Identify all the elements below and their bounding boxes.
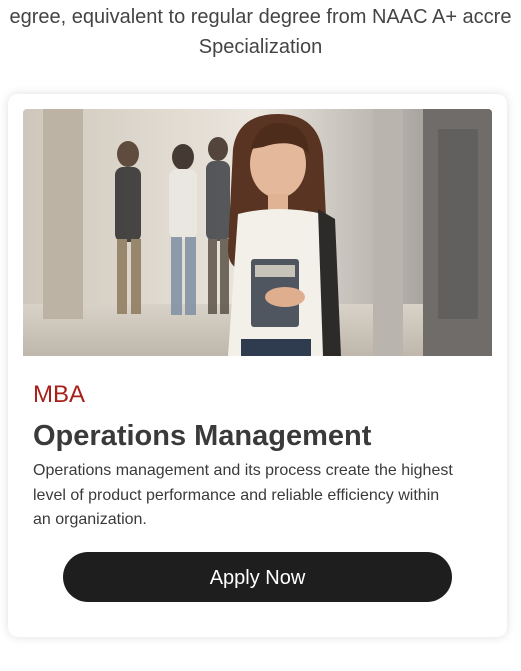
specialization-title: Operations Management (33, 420, 372, 452)
program-label: MBA (33, 381, 86, 408)
intro-text: egree, equivalent to regular degree from… (0, 0, 521, 62)
student-photo-illustration (23, 109, 492, 356)
program-card: MBA Operations Management Operations man… (8, 94, 507, 637)
intro-line-2: Specialization (198, 36, 323, 58)
intro-line-1: egree, equivalent to regular degree from… (9, 6, 512, 28)
student-photo (23, 109, 492, 356)
specialization-description: Operations management and its process cr… (33, 462, 453, 528)
apply-now-button[interactable]: Apply Now (63, 552, 452, 602)
